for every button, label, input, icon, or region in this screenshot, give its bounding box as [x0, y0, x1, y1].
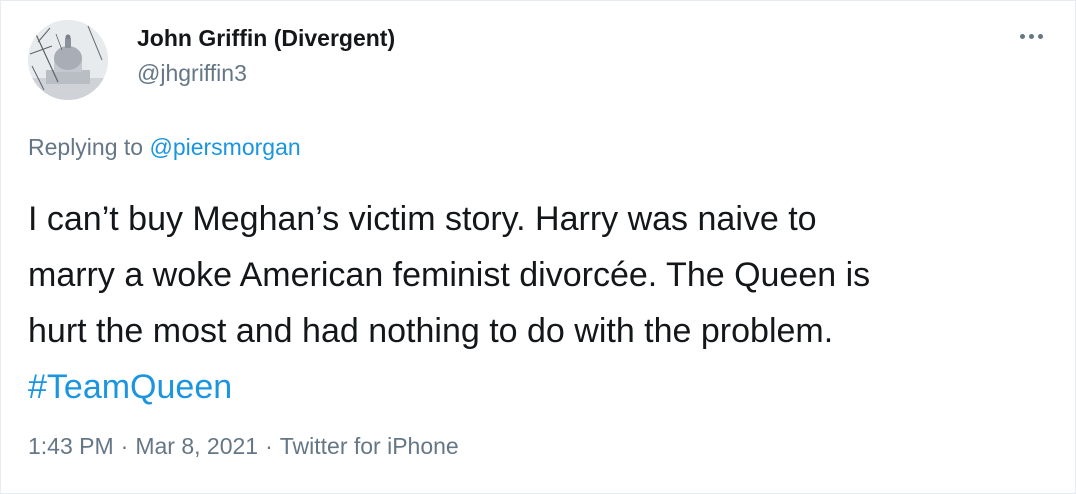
tweet-date[interactable]: Mar 8, 2021 [135, 433, 258, 459]
meta-separator: · [120, 433, 129, 459]
hashtag-link[interactable]: #TeamQueen [28, 359, 1038, 415]
tweet-text-line: I can’t buy Meghan’s victim story. Harry… [28, 200, 817, 238]
tweet-text: I can’t buy Meghan’s victim story. Harry… [28, 191, 1038, 415]
replying-to-label: Replying to [28, 134, 144, 160]
tweet-time[interactable]: 1:43 PM [28, 433, 114, 459]
capitol-dome-avatar-icon [28, 20, 108, 100]
replying-to: Replying to @piersmorgan [28, 134, 301, 161]
avatar[interactable] [28, 20, 108, 100]
more-dot [1028, 33, 1034, 39]
author-display-name[interactable]: John Griffin (Divergent) [137, 25, 395, 52]
tweet-metadata: 1:43 PM · Mar 8, 2021 · Twitter for iPhone [28, 433, 459, 460]
tweet-card: John Griffin (Divergent) @jhgriffin3 Rep… [0, 0, 1076, 494]
tweet-text-line: marry a woke American feminist divorcée.… [28, 256, 871, 294]
more-dot [1037, 33, 1043, 39]
meta-separator: · [265, 433, 273, 459]
more-dot [1019, 33, 1025, 39]
author-handle[interactable]: @jhgriffin3 [137, 60, 247, 87]
replying-to-mention-link[interactable]: @piersmorgan [149, 134, 300, 160]
tweet-text-line: hurt the most and had nothing to do with… [28, 312, 834, 350]
tweet-source[interactable]: Twitter for iPhone [280, 433, 459, 459]
more-options-icon[interactable] [1011, 21, 1051, 51]
